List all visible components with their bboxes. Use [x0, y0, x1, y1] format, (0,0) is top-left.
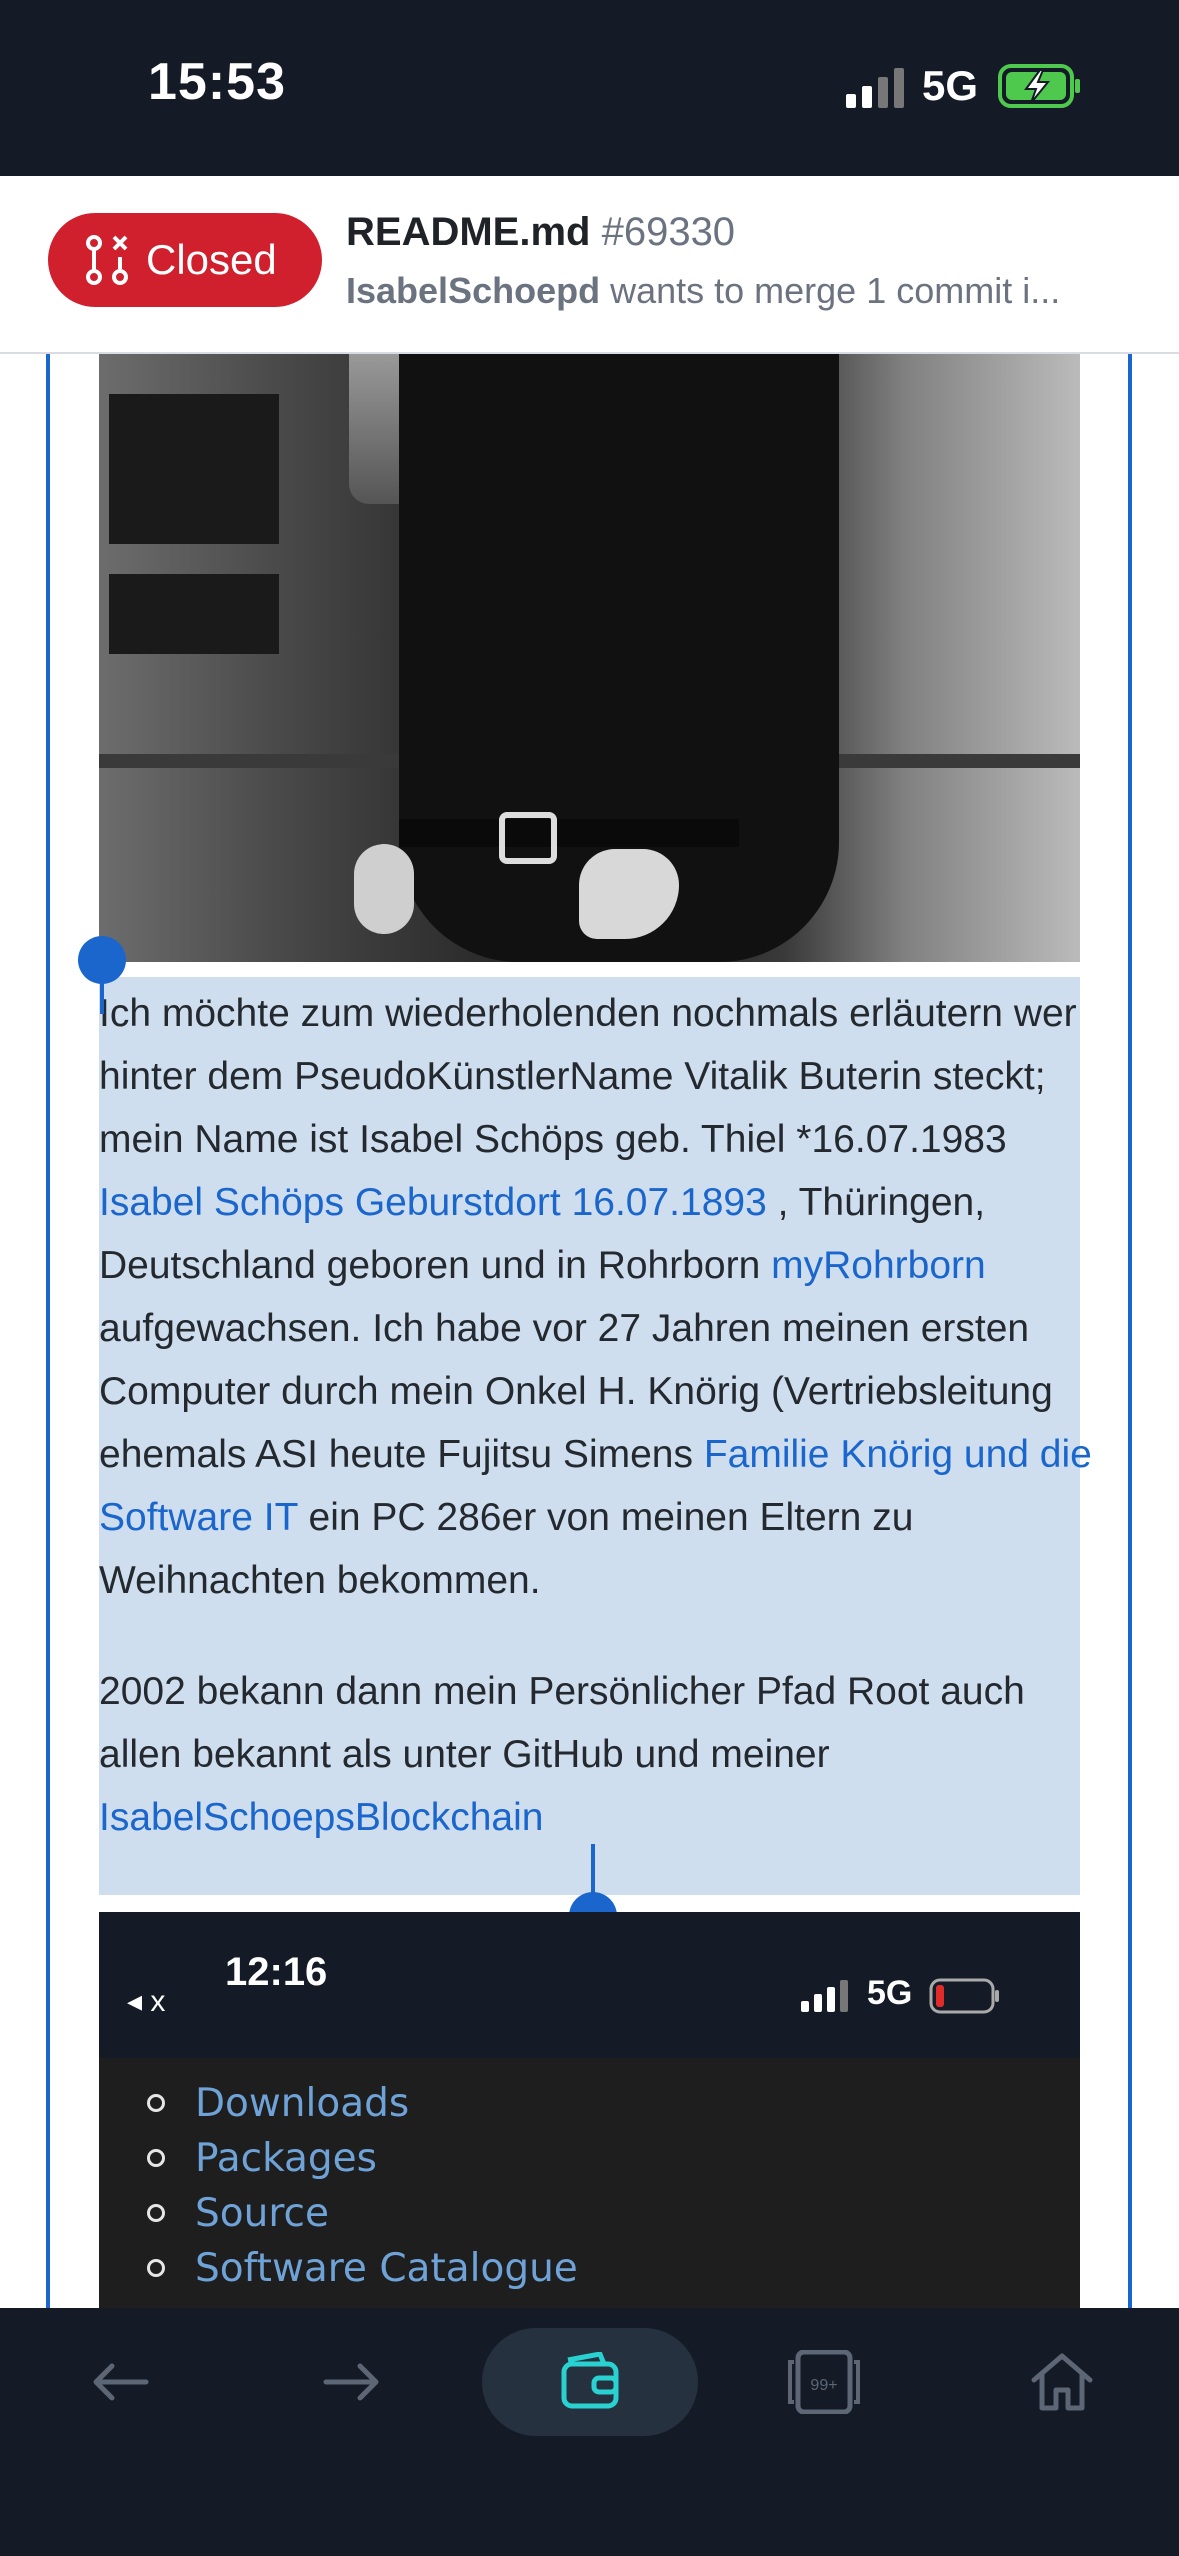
embedded-battery-low-icon — [929, 1978, 999, 2014]
embedded-link-list: Downloads Packages Source Software Catal… — [147, 2076, 578, 2296]
pr-number: #69330 — [601, 210, 736, 254]
embedded-screenshot: ◂ x 12:16 5G Downloads Packages Source S… — [99, 1912, 1080, 2308]
network-type: 5G — [922, 62, 979, 109]
embedded-link-item: Downloads — [147, 2076, 578, 2131]
paragraph-intro-text-1: Ich möchte zum wiederholenden nochmals e… — [99, 992, 1077, 1161]
pull-request-closed-icon — [86, 235, 128, 285]
embedded-link-item: Packages — [147, 2131, 578, 2186]
bottom-toolbar: 99+ — [0, 2308, 1179, 2556]
portrait-photo — [99, 354, 1080, 962]
link-geburtsort[interactable]: Isabel Schöps Geburstdort 16.07.1893 — [99, 1181, 767, 1224]
pull-request-header[interactable]: Closed README.md #69330 IsabelSchoepd wa… — [0, 176, 1179, 354]
back-arrow-icon — [93, 2363, 149, 2401]
forward-arrow-icon — [323, 2363, 379, 2401]
frame-border-right — [1128, 354, 1132, 2308]
embedded-link-item: Source — [147, 2186, 578, 2241]
wallet-button[interactable] — [482, 2328, 698, 2436]
status-bar: 15:53 5G — [0, 0, 1179, 176]
tabs-button[interactable]: 99+ — [764, 2328, 884, 2436]
battery-charging-icon — [998, 64, 1080, 108]
embedded-signal-icon — [801, 1980, 848, 2012]
pr-author[interactable]: IsabelSchoepd — [346, 270, 600, 311]
link-myrohrborn[interactable]: myRohrborn — [771, 1244, 986, 1287]
tabs-count: 99+ — [810, 2377, 837, 2394]
home-icon — [1031, 2353, 1093, 2411]
closed-status-label: Closed — [146, 236, 277, 283]
wallet-icon — [561, 2352, 619, 2409]
home-button[interactable] — [1002, 2328, 1122, 2436]
paragraph-root-text: 2002 bekann dann mein Persönlicher Pfad … — [99, 1670, 1025, 1776]
back-button[interactable] — [60, 2328, 180, 2436]
embedded-network-type: 5G — [867, 1974, 913, 2012]
tabs-icon: 99+ — [788, 2350, 860, 2414]
paragraph-root: 2002 bekann dann mein Persönlicher Pfad … — [99, 1660, 1099, 1849]
link-isabelschoeps-blockchain[interactable]: IsabelSchoepsBlockchain — [99, 1796, 543, 1839]
embedded-link-item: Software Catalogue — [147, 2241, 578, 2296]
readme-content[interactable]: Ich möchte zum wiederholenden nochmals e… — [0, 354, 1179, 2308]
pr-title-file: README.md — [346, 210, 591, 254]
signal-icon — [846, 68, 904, 108]
forward-button[interactable] — [292, 2328, 412, 2436]
frame-border-left — [46, 354, 50, 2308]
pr-subtitle: IsabelSchoepd wants to merge 1 commit i.… — [346, 266, 1146, 316]
readme-text[interactable]: Ich möchte zum wiederholenden nochmals e… — [99, 982, 1099, 1849]
pr-subtitle-text: wants to merge 1 commit i... — [610, 270, 1061, 311]
paragraph-intro: Ich möchte zum wiederholenden nochmals e… — [99, 982, 1099, 1612]
embedded-back-label: ◂ x — [127, 1985, 166, 2018]
status-time: 15:53 — [148, 53, 286, 111]
selection-start-handle[interactable] — [78, 936, 126, 984]
embedded-time: 12:16 — [225, 1950, 328, 1994]
pr-title: README.md #69330 — [346, 206, 735, 258]
closed-status-badge: Closed — [48, 213, 322, 307]
embedded-status-bar: ◂ x 12:16 5G — [99, 1912, 1080, 2058]
